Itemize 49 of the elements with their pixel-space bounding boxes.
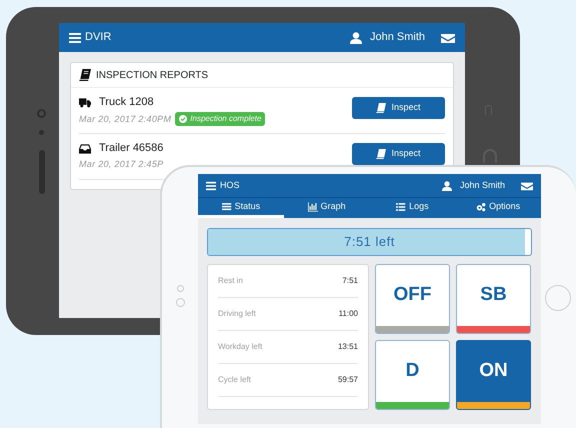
- camera-icon: [176, 298, 185, 307]
- duty-status-tile[interactable]: SB: [456, 264, 531, 334]
- header-title: DVIR: [85, 30, 112, 46]
- tab[interactable]: Options: [455, 198, 541, 218]
- book-icon: [79, 69, 91, 81]
- tab[interactable]: Status: [198, 198, 284, 218]
- mail-icon[interactable]: [441, 32, 455, 44]
- user-icon: [350, 32, 362, 44]
- mail-icon[interactable]: [521, 180, 533, 190]
- stat-value: 59:57: [338, 374, 358, 386]
- duty-status-tile[interactable]: D: [375, 340, 450, 410]
- sensor-icon: [177, 285, 184, 292]
- list-icon: [222, 202, 232, 212]
- report-date: Mar 20, 2017 2:40PM: [79, 112, 172, 126]
- user-icon: [442, 180, 452, 190]
- sensor-icon: [39, 130, 44, 135]
- card-title: INSPECTION REPORTS: [96, 68, 208, 82]
- book-icon: [376, 103, 386, 113]
- vehicle-name: Trailer 46586: [99, 142, 164, 155]
- duty-status-tile[interactable]: ON: [456, 340, 531, 410]
- stat-label: Cycle left: [218, 374, 251, 386]
- stat-label: Workday left: [218, 341, 262, 353]
- stat-label: Rest in: [218, 275, 243, 287]
- truck-icon: [79, 96, 91, 108]
- camera-icon: [37, 109, 46, 118]
- stat-value: 11:00: [338, 308, 358, 320]
- user-name: John Smith: [460, 178, 505, 192]
- duty-status-tile[interactable]: OFF: [375, 264, 450, 334]
- check-icon: [179, 115, 188, 123]
- stat-value: 7:51: [342, 275, 358, 287]
- bar-chart-icon: [308, 202, 318, 212]
- speaker-slot: [39, 150, 45, 194]
- menu-icon[interactable]: [69, 32, 81, 44]
- stat-value: 13:51: [338, 341, 358, 353]
- inspect-button[interactable]: Inspect: [352, 143, 445, 165]
- inspect-button[interactable]: Inspect: [352, 97, 445, 119]
- vehicle-name: Truck 1208: [99, 96, 154, 109]
- menu-icon[interactable]: [206, 180, 216, 190]
- badge-text: Inspection complete: [190, 113, 262, 125]
- list-icon: [396, 202, 406, 212]
- book-icon: [376, 149, 386, 159]
- report-date: Mar 20, 2017 2:45P: [79, 158, 164, 171]
- tab[interactable]: Graph: [284, 198, 370, 218]
- user-name: John Smith: [370, 30, 425, 46]
- tray-icon: [79, 142, 91, 154]
- header-title: HOS: [220, 178, 240, 192]
- progress-label: 7:51 left: [343, 233, 396, 252]
- tab[interactable]: Logs: [370, 198, 456, 218]
- stat-label: Driving left: [218, 308, 256, 320]
